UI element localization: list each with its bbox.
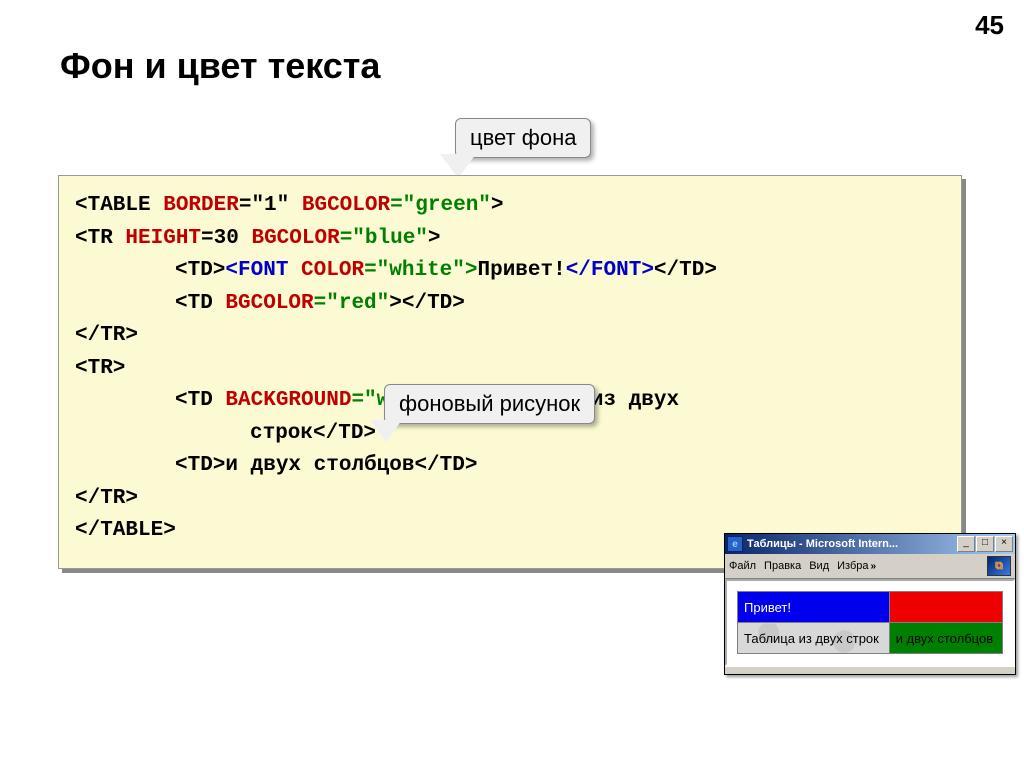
code-line-9: </TR> bbox=[75, 483, 945, 516]
table-row: Таблица из двух строк и двух столбцов bbox=[738, 623, 1003, 654]
code-text: > bbox=[491, 194, 504, 217]
code-line-8: <TD>и двух столбцов</TD> bbox=[75, 450, 945, 483]
code-line-3: <TD><FONT COLOR="white">Привет!</FONT></… bbox=[75, 255, 945, 288]
code-line-4: <TD BGCOLOR="red"></TD> bbox=[75, 288, 945, 321]
code-line-2: <TR HEIGHT=30 BGCOLOR="blue"> bbox=[75, 223, 945, 256]
page-title: Фон и цвет текста bbox=[60, 45, 380, 87]
chevron-icon: » bbox=[871, 561, 877, 572]
code-text: =30 bbox=[201, 227, 251, 250]
callout-bgcolor: цвет фона bbox=[455, 118, 591, 158]
titlebar: e Таблицы - Microsoft Intern... _ □ × bbox=[725, 534, 1015, 554]
code-text: ></TD> bbox=[389, 292, 465, 315]
code-text: ="1" bbox=[239, 194, 302, 217]
code-val: ="blue" bbox=[340, 227, 428, 250]
maximize-button[interactable]: □ bbox=[976, 536, 994, 552]
cell-web-bg: Таблица из двух строк bbox=[738, 623, 890, 654]
table-row: Привет! bbox=[738, 592, 1003, 623]
code-tag: <FONT bbox=[225, 259, 301, 282]
cell-red bbox=[889, 592, 1002, 623]
code-text: > bbox=[428, 227, 441, 250]
code-text: </TD> bbox=[313, 422, 376, 445]
preview-table: Привет! Таблица из двух строк и двух сто… bbox=[737, 591, 1003, 654]
code-text: <TD> bbox=[175, 259, 225, 282]
code-tag: </FONT> bbox=[566, 259, 654, 282]
menu-view[interactable]: Вид bbox=[809, 560, 829, 572]
code-line-5: </TR> bbox=[75, 320, 945, 353]
menubar: Файл Правка Вид Избра» ⧉ bbox=[725, 554, 1015, 579]
code-line-6: <TR> bbox=[75, 353, 945, 386]
code-text: строк bbox=[250, 422, 313, 445]
code-attr: BORDER bbox=[163, 194, 239, 217]
code-attr: HEIGHT bbox=[125, 227, 201, 250]
browser-client-area: Привет! Таблица из двух строк и двух сто… bbox=[725, 579, 1015, 666]
code-text: </TD> bbox=[654, 259, 717, 282]
code-box: <TABLE BORDER="1" BGCOLOR="green"> <TR H… bbox=[58, 175, 962, 569]
menu-favorites[interactable]: Избра» bbox=[837, 560, 876, 572]
minimize-button[interactable]: _ bbox=[957, 536, 975, 552]
cell-blue: Привет! bbox=[738, 592, 890, 623]
menu-edit[interactable]: Правка bbox=[764, 560, 801, 572]
code-attr: BGCOLOR bbox=[225, 292, 313, 315]
code-text: <TR bbox=[75, 227, 125, 250]
code-line-1: <TABLE BORDER="1" BGCOLOR="green"> bbox=[75, 190, 945, 223]
code-attr: BGCOLOR bbox=[302, 194, 390, 217]
code-val: ="red" bbox=[314, 292, 390, 315]
code-val: ="green" bbox=[390, 194, 491, 217]
menu-file[interactable]: Файл bbox=[729, 560, 756, 572]
code-text: и двух столбцов bbox=[225, 454, 414, 477]
browser-preview-window: e Таблицы - Microsoft Intern... _ □ × Фа… bbox=[724, 533, 1016, 675]
close-button[interactable]: × bbox=[995, 536, 1013, 552]
code-text: <TD bbox=[175, 389, 225, 412]
statusbar bbox=[725, 666, 1015, 674]
code-text: <TABLE bbox=[75, 194, 163, 217]
code-attr: BACKGROUND bbox=[225, 389, 351, 412]
callout-background: фоновый рисунок bbox=[384, 384, 595, 424]
cell-green: и двух столбцов bbox=[889, 623, 1002, 654]
page-number: 45 bbox=[975, 10, 1004, 41]
code-text: <TD> bbox=[175, 454, 225, 477]
callout-background-tail bbox=[370, 420, 402, 442]
window-title: Таблицы - Microsoft Intern... bbox=[747, 538, 956, 550]
code-attr: BGCOLOR bbox=[251, 227, 339, 250]
code-text: Привет! bbox=[477, 259, 565, 282]
code-text: </TD> bbox=[414, 454, 477, 477]
code-attr: COLOR bbox=[301, 259, 364, 282]
ie-logo-icon: ⧉ bbox=[987, 556, 1011, 576]
ie-icon: e bbox=[727, 536, 743, 552]
code-val: ="white"> bbox=[364, 259, 477, 282]
code-text: <TD bbox=[175, 292, 225, 315]
